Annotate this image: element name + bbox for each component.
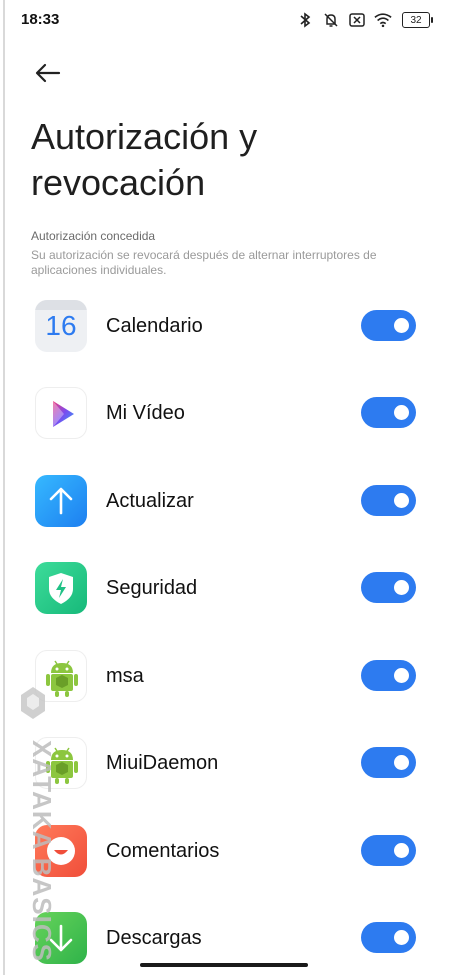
app-name: Descargas — [106, 927, 202, 949]
status-bar: 18:33 32 — [0, 0, 450, 40]
watermark-text: XATAKA BASICS — [27, 740, 57, 962]
seguridad-toggle[interactable] — [361, 572, 416, 603]
mute-bell-icon — [322, 11, 340, 29]
toggle-knob — [394, 493, 409, 508]
descargas-toggle[interactable] — [361, 922, 416, 953]
list-item[interactable]: 16 Calendario — [0, 300, 450, 356]
actualizar-toggle[interactable] — [361, 485, 416, 516]
list-item[interactable]: msa — [0, 650, 450, 706]
toggle-knob — [394, 843, 409, 858]
list-item[interactable]: Comentarios — [0, 825, 450, 881]
section-description: Su autorización se revocará después de a… — [31, 248, 377, 277]
comentarios-toggle[interactable] — [361, 835, 416, 866]
miuidaemon-toggle[interactable] — [361, 747, 416, 778]
toggle-knob — [394, 405, 409, 420]
page-title: Autorización y revocación — [31, 116, 258, 203]
msa-toggle[interactable] — [361, 660, 416, 691]
no-sim-icon — [348, 11, 366, 29]
play-icon — [35, 387, 87, 439]
status-icons: 32 — [296, 10, 433, 30]
toggle-knob — [394, 755, 409, 770]
back-arrow-icon[interactable] — [32, 58, 64, 90]
app-name: Calendario — [106, 315, 203, 337]
watermark-logo-icon — [20, 686, 46, 724]
app-name: Seguridad — [106, 577, 198, 599]
toggle-knob — [394, 930, 409, 945]
app-name: MiuiDaemon — [106, 752, 219, 774]
list-item[interactable]: Descargas — [0, 912, 450, 968]
list-item[interactable]: Actualizar — [0, 475, 450, 531]
toggle-knob — [394, 580, 409, 595]
app-name: Mi Vídeo — [106, 402, 185, 424]
security-shield-icon — [35, 562, 87, 614]
wifi-icon — [374, 11, 392, 29]
list-item[interactable]: Mi Vídeo — [0, 387, 450, 443]
app-name: Comentarios — [106, 840, 220, 862]
calendar-icon: 16 — [35, 300, 87, 352]
toggle-knob — [394, 318, 409, 333]
update-icon — [35, 475, 87, 527]
list-item[interactable]: MiuiDaemon — [0, 737, 450, 793]
home-indicator[interactable] — [140, 963, 308, 967]
battery-icon: 32 — [402, 12, 433, 28]
section-label: Autorización concedida — [31, 229, 156, 243]
list-item[interactable]: Seguridad — [0, 562, 450, 618]
status-time: 18:33 — [21, 11, 60, 28]
bluetooth-icon — [296, 11, 314, 29]
toggle-knob — [394, 668, 409, 683]
calendar-date-text: 16 — [45, 310, 77, 341]
app-name: Actualizar — [106, 490, 194, 512]
calendario-toggle[interactable] — [361, 310, 416, 341]
app-name: msa — [106, 665, 144, 687]
mi-video-toggle[interactable] — [361, 397, 416, 428]
